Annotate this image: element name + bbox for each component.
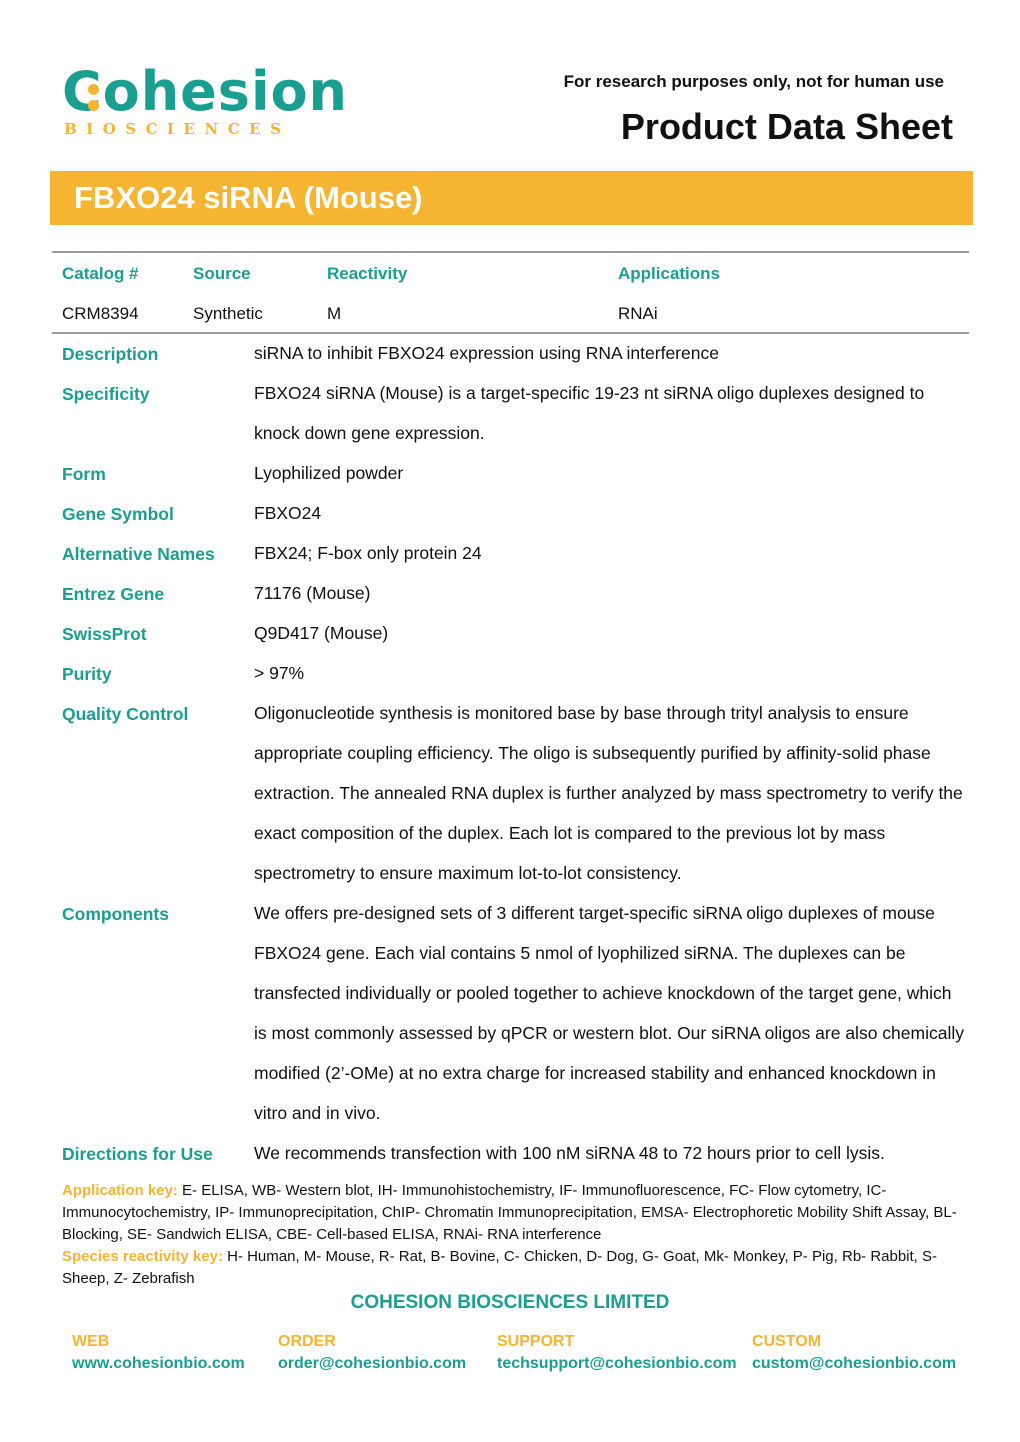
application-key-label: Application key:	[62, 1182, 178, 1199]
disclaimer: For research purposes only, not for huma…	[563, 72, 944, 91]
web-link[interactable]: www.cohesionbio.com	[72, 1355, 245, 1373]
detail-value: > 97%	[254, 663, 305, 683]
detail-label: Specificity	[62, 384, 150, 404]
detail-label: Components	[62, 904, 169, 924]
contact-custom: CUSTOM custom@cohesionbio.com	[752, 1333, 956, 1373]
contact-label: ORDER	[278, 1333, 336, 1350]
logo-subtitle: BIOSCIENCES	[64, 120, 291, 138]
detail-label: Form	[62, 464, 106, 484]
contact-label: WEB	[72, 1333, 110, 1350]
detail-label: Purity	[62, 664, 112, 684]
detail-value: FBXO24	[254, 503, 322, 523]
company-name: COHESION BIOSCIENCES LIMITED	[350, 1292, 670, 1313]
contact-label: CUSTOM	[752, 1333, 822, 1350]
detail-label: SwissProt	[62, 624, 147, 644]
detail-value: We offers pre-designed sets of 3 differe…	[254, 903, 964, 1123]
product-title: FBXO24 siRNA (Mouse)	[74, 180, 423, 215]
application-key: Application key: E- ELISA, WB- Western b…	[62, 1180, 962, 1246]
table-top-rule	[52, 251, 969, 253]
detail-value: Oligonucleotide synthesis is monitored b…	[254, 703, 963, 883]
detail-label: Directions for Use	[62, 1144, 213, 1164]
detail-value: We recommends transfection with 100 nM s…	[254, 1143, 885, 1163]
detail-value: FBXO24 siRNA (Mouse) is a target-specifi…	[254, 383, 925, 443]
application-key-text: E- ELISA, WB- Western blot, IH- Immunohi…	[62, 1182, 957, 1243]
contact-label: SUPPORT	[497, 1333, 575, 1350]
detail-value: 71176 (Mouse)	[254, 583, 371, 603]
logo-dot-icon	[88, 84, 99, 95]
detail-label: Gene Symbol	[62, 504, 174, 524]
header-reactivity: Reactivity	[327, 264, 408, 283]
contact-support: SUPPORT techsupport@cohesionbio.com	[497, 1333, 737, 1373]
value-catalog: CRM8394	[62, 304, 139, 323]
logo-wordmark: Cohesion	[62, 60, 348, 123]
detail-value: FBX24; F-box only protein 24	[254, 543, 482, 563]
value-reactivity: M	[327, 304, 342, 323]
detail-value: Lyophilized powder	[254, 463, 404, 483]
document-title: Product Data Sheet	[620, 106, 953, 147]
company-logo: Cohesion BIOSCIENCES	[62, 62, 347, 142]
header-applications: Applications	[618, 264, 721, 283]
support-email-link[interactable]: techsupport@cohesionbio.com	[497, 1355, 737, 1373]
species-key: Species reactivity key: H- Human, M- Mou…	[62, 1246, 962, 1290]
legend-keys: Application key: E- ELISA, WB- Western b…	[62, 1180, 962, 1290]
logo-dot-icon	[88, 100, 99, 111]
header-catalog: Catalog #	[62, 264, 139, 283]
species-key-label: Species reactivity key:	[62, 1248, 223, 1265]
detail-label: Quality Control	[62, 704, 189, 724]
detail-value: siRNA to inhibit FBXO24 expression using…	[254, 343, 719, 363]
order-email-link[interactable]: order@cohesionbio.com	[278, 1355, 466, 1373]
contact-order: ORDER order@cohesionbio.com	[278, 1333, 466, 1373]
product-title-bar: FBXO24 siRNA (Mouse)	[50, 171, 973, 225]
header-source: Source	[193, 264, 251, 283]
detail-label: Entrez Gene	[62, 584, 165, 604]
detail-label: Description	[62, 344, 159, 364]
detail-label: Alternative Names	[62, 544, 215, 564]
detail-value: Q9D417 (Mouse)	[254, 623, 389, 643]
custom-email-link[interactable]: custom@cohesionbio.com	[752, 1355, 956, 1373]
value-source: Synthetic	[193, 304, 263, 323]
contact-web: WEB www.cohesionbio.com	[72, 1333, 245, 1373]
value-applications: RNAi	[618, 304, 658, 323]
